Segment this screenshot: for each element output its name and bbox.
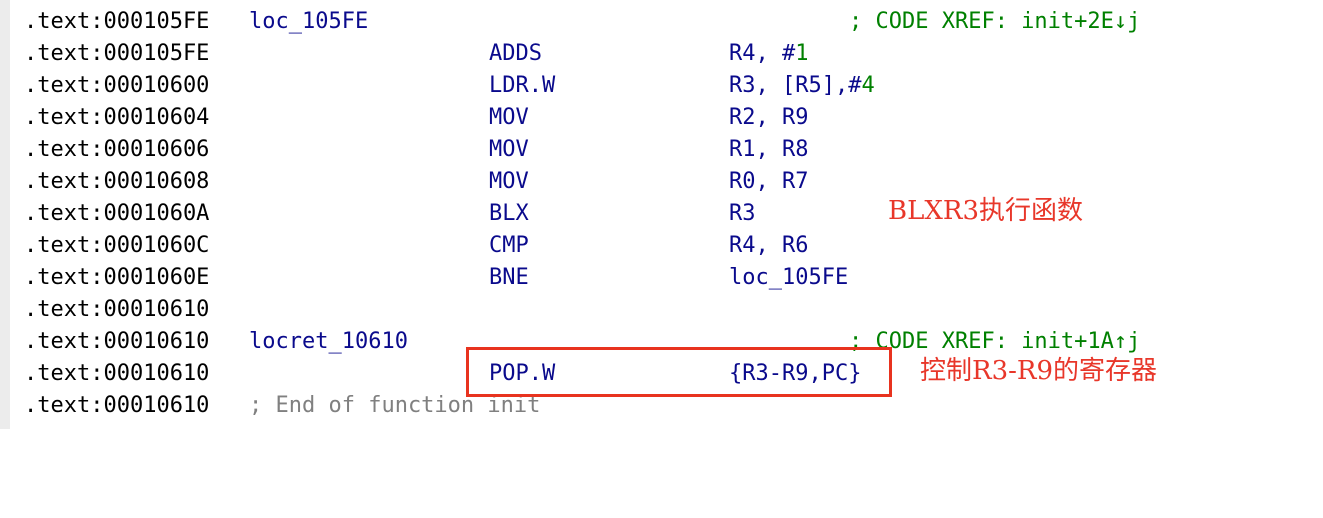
address: .text:00010610 xyxy=(24,361,210,386)
pop-annotation: 控制R3-R9的寄存器 xyxy=(920,356,1158,386)
address: .text:00010610 xyxy=(24,297,210,322)
xref-comment[interactable]: ; CODE XREF: init+2E↓j xyxy=(849,6,1140,38)
code-line[interactable]: .text:000105FE ADDS R4, #1 xyxy=(24,38,808,70)
code-line[interactable]: .text:00010610 locret_10610 ; CODE XREF:… xyxy=(24,326,1140,358)
code-line[interactable]: .text:00010610 POP.W {R3-R9,PC} xyxy=(24,358,861,390)
mnemonic: MOV xyxy=(489,105,529,130)
disassembly-listing: .text:000105FE loc_105FE ; CODE XREF: in… xyxy=(24,6,1140,422)
mnemonic: CMP xyxy=(489,233,529,258)
immediate-value: 1 xyxy=(795,41,809,66)
mnemonic: LDR.W xyxy=(489,73,556,98)
code-line[interactable]: .text:00010608 MOV R0, R7 xyxy=(24,166,808,198)
address: .text:0001060E xyxy=(24,265,210,290)
immediate-value: 4 xyxy=(861,73,875,98)
left-gutter xyxy=(0,0,10,429)
operand-text: R4, # xyxy=(729,41,796,66)
operand: R4, R6 xyxy=(729,233,809,258)
code-line[interactable]: .text:00010610 ; End of function init xyxy=(24,390,540,422)
code-line[interactable]: .text:000105FE loc_105FE ; CODE XREF: in… xyxy=(24,6,1140,38)
code-line[interactable]: .text:00010606 MOV R1, R8 xyxy=(24,134,808,166)
address: .text:00010606 xyxy=(24,137,210,162)
xref-comment[interactable]: ; CODE XREF: init+1A↑j xyxy=(849,326,1140,358)
code-line[interactable]: .text:0001060A BLX R3 xyxy=(24,198,756,230)
code-line[interactable]: .text:0001060C CMP R4, R6 xyxy=(24,230,808,262)
code-label[interactable]: locret_10610 xyxy=(249,326,408,358)
mnemonic: BNE xyxy=(489,265,529,290)
address: .text:0001060C xyxy=(24,233,210,258)
mnemonic: MOV xyxy=(489,137,529,162)
mnemonic: BLX xyxy=(489,201,529,226)
operand: R4, #1 xyxy=(729,38,808,70)
address: .text:000105FE xyxy=(24,41,210,66)
address: .text:00010600 xyxy=(24,73,210,98)
address: .text:00010610 xyxy=(24,393,210,418)
blx-annotation: BLXR3执行函数 xyxy=(888,196,1084,226)
operand-text: R3, [R5],# xyxy=(729,73,862,98)
operand: R3 xyxy=(729,201,756,226)
mnemonic: MOV xyxy=(489,169,529,194)
address: .text:00010608 xyxy=(24,169,210,194)
code-label[interactable]: loc_105FE xyxy=(249,6,368,38)
address: .text:0001060A xyxy=(24,201,210,226)
code-line[interactable]: .text:00010610 xyxy=(24,294,209,326)
operand: R1, R8 xyxy=(729,137,809,162)
address: .text:00010604 xyxy=(24,105,210,130)
code-line[interactable]: .text:00010600 LDR.W R3, [R5],#4 xyxy=(24,70,875,102)
operand: R2, R9 xyxy=(729,105,809,130)
operand: R3, [R5],#4 xyxy=(729,70,875,102)
mnemonic: ADDS xyxy=(489,41,542,66)
highlight-box xyxy=(466,347,892,397)
address: .text:000105FE xyxy=(24,9,210,34)
branch-target[interactable]: loc_105FE xyxy=(729,262,848,294)
code-line[interactable]: .text:0001060E BNE loc_105FE xyxy=(24,262,848,294)
code-line[interactable]: .text:00010604 MOV R2, R9 xyxy=(24,102,808,134)
address: .text:00010610 xyxy=(24,329,210,354)
operand: R0, R7 xyxy=(729,169,809,194)
